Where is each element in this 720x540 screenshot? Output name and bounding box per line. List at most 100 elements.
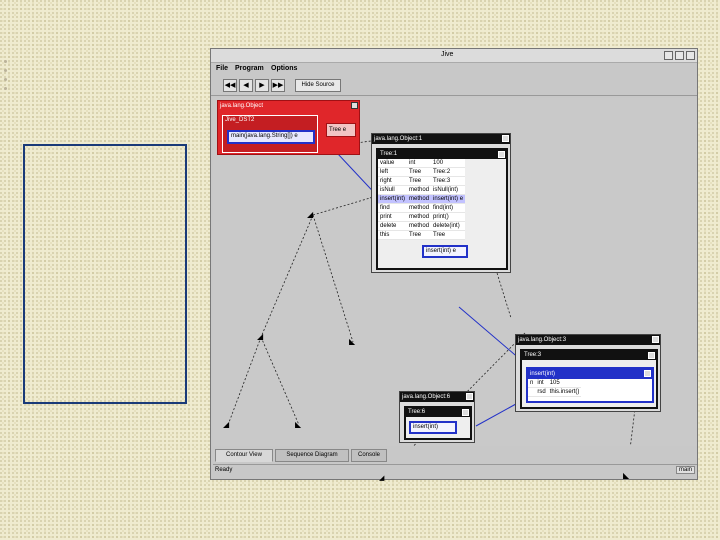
tree-field[interactable]: Tree e	[326, 123, 356, 137]
main-class-header: Jive_DST2	[225, 117, 255, 123]
field-name: right	[378, 176, 408, 186]
tab-sequence-diagram[interactable]: Sequence Diagram	[275, 449, 349, 462]
field-type: Tree	[407, 176, 432, 186]
field-name	[528, 387, 536, 397]
menu-program[interactable]: Program	[235, 65, 264, 72]
minimize-icon[interactable]	[664, 51, 673, 60]
view-tabs: Contour View Sequence Diagram Console	[213, 449, 697, 462]
field-name: insert(int)	[378, 194, 408, 204]
field-row[interactable]: right Tree Tree:3	[378, 176, 466, 186]
step-forward-all-button[interactable]: ▶▶	[271, 79, 285, 92]
tree-edge	[260, 214, 314, 338]
insert-call-button[interactable]: insert(int)	[409, 421, 457, 434]
field-row[interactable]: this Tree Tree	[378, 230, 466, 240]
leaf-node-icon[interactable]: ◣	[295, 421, 301, 429]
close-icon[interactable]	[644, 370, 651, 377]
field-row[interactable]: n int 105	[528, 379, 582, 388]
tree-3-header: Tree:3	[522, 351, 656, 360]
field-type: method	[407, 194, 432, 204]
field-name: isNull	[378, 185, 408, 195]
leaf-node-icon[interactable]: ◣	[349, 338, 355, 346]
contour-canvas[interactable]: java.lang.Object Jive_DST2 main(java.lan…	[213, 98, 697, 482]
leaf-node-icon[interactable]: ◢	[379, 475, 384, 483]
close-icon[interactable]	[502, 135, 509, 142]
tree-edge	[227, 336, 262, 426]
menubar: File Program Options	[211, 64, 697, 75]
menu-options[interactable]: Options	[271, 65, 297, 72]
tree-edge	[260, 336, 300, 426]
status-text: Ready	[215, 467, 233, 473]
slide-dots	[4, 60, 12, 120]
main-object-header: java.lang.Object	[218, 101, 359, 111]
tree-1-fields: value int 100 left Tree Tree:2 right Tree Tree:3…	[378, 159, 466, 240]
leaf-node-icon[interactable]: ◢	[223, 421, 229, 429]
field-name: print	[378, 212, 408, 222]
menu-file[interactable]: File	[216, 65, 228, 72]
field-row[interactable]: delete method delete(int)	[378, 221, 466, 231]
jive-window: Jive File Program Options ◀◀ ◀ ▶ ▶▶ Hide…	[210, 48, 698, 482]
insert-frame[interactable]: insert(int) n int 105 rsd this.insert()	[526, 367, 654, 403]
field-row[interactable]: left Tree Tree:2	[378, 167, 466, 177]
field-value: this.insert()	[547, 387, 582, 397]
statusbar: Ready main	[213, 464, 697, 476]
close-icon[interactable]	[462, 409, 469, 416]
thread-selector[interactable]: main	[675, 466, 695, 474]
field-name: delete	[378, 221, 408, 231]
object-1-header: java.lang.Object:1	[372, 134, 510, 144]
window-title: Jive	[441, 51, 454, 58]
main-method-button[interactable]: main(java.lang.String[]) e	[227, 130, 315, 144]
hide-source-button[interactable]: Hide Source	[295, 79, 341, 92]
close-icon[interactable]	[686, 51, 695, 60]
field-type: method	[407, 212, 432, 222]
field-type: Tree	[407, 230, 432, 240]
close-icon[interactable]	[351, 102, 358, 109]
field-row[interactable]: isNull method isNull(int)	[378, 185, 466, 195]
close-icon[interactable]	[652, 336, 659, 343]
toolbar: ◀◀ ◀ ▶ ▶▶ Hide Source	[211, 76, 697, 96]
field-name: n	[528, 379, 536, 388]
leaf-node-icon[interactable]: ◢	[257, 333, 263, 341]
object-6-header: java.lang.Object:6	[400, 392, 474, 402]
field-row[interactable]: insert(int) method insert(int) e	[378, 194, 466, 204]
field-value: delete(int)	[431, 221, 466, 231]
field-row[interactable]: print method print()	[378, 212, 466, 222]
close-icon[interactable]	[648, 352, 655, 359]
step-back-all-button[interactable]: ◀◀	[223, 79, 237, 92]
tree-3-contour: Tree:3 insert(int) n int 105 rsd this.insert…	[520, 349, 658, 409]
field-value: 100	[431, 159, 466, 168]
step-back-button[interactable]: ◀	[239, 79, 253, 92]
close-icon[interactable]	[498, 151, 505, 158]
field-row[interactable]: rsd this.insert()	[528, 387, 582, 397]
field-name: left	[378, 167, 408, 177]
field-name: find	[378, 203, 408, 213]
object-3-header: java.lang.Object:3	[516, 335, 660, 345]
field-value: isNull(int)	[431, 185, 466, 195]
field-row[interactable]: find method find(int)	[378, 203, 466, 213]
object-3-contour[interactable]: java.lang.Object:3 Tree:3 insert(int) ni…	[515, 334, 661, 412]
call-edge	[458, 306, 522, 361]
tree-1-header: Tree:1	[378, 150, 506, 159]
close-icon[interactable]	[466, 393, 473, 400]
object-1-contour[interactable]: java.lang.Object:1 Tree:1 value int 100 lef…	[371, 133, 511, 273]
field-value: Tree	[431, 230, 466, 240]
tab-console[interactable]: Console	[351, 449, 387, 462]
field-value: Tree:2	[431, 167, 466, 177]
maximize-icon[interactable]	[675, 51, 684, 60]
main-class-contour: Jive_DST2 main(java.lang.String[]) e	[222, 115, 318, 153]
field-type: method	[407, 221, 432, 231]
field-name: value	[378, 159, 408, 168]
insert-call-button[interactable]: insert(int) e	[422, 245, 468, 258]
field-type: rsd	[535, 387, 548, 397]
field-value: print()	[431, 212, 466, 222]
step-forward-button[interactable]: ▶	[255, 79, 269, 92]
insert-frame-locals: n int 105 rsd this.insert()	[528, 379, 582, 397]
main-object-contour[interactable]: java.lang.Object Jive_DST2 main(java.lan…	[217, 100, 360, 155]
tree-edge	[312, 197, 371, 216]
field-value: 105	[547, 379, 582, 388]
field-type: int	[407, 159, 432, 168]
tab-contour-view[interactable]: Contour View	[215, 449, 273, 462]
empty-content-frame	[23, 144, 187, 404]
leaf-node-icon[interactable]: ◢	[307, 211, 313, 219]
object-6-contour[interactable]: java.lang.Object:6 Tree:6 insert(int)	[399, 391, 475, 443]
field-row[interactable]: value int 100	[378, 159, 466, 168]
